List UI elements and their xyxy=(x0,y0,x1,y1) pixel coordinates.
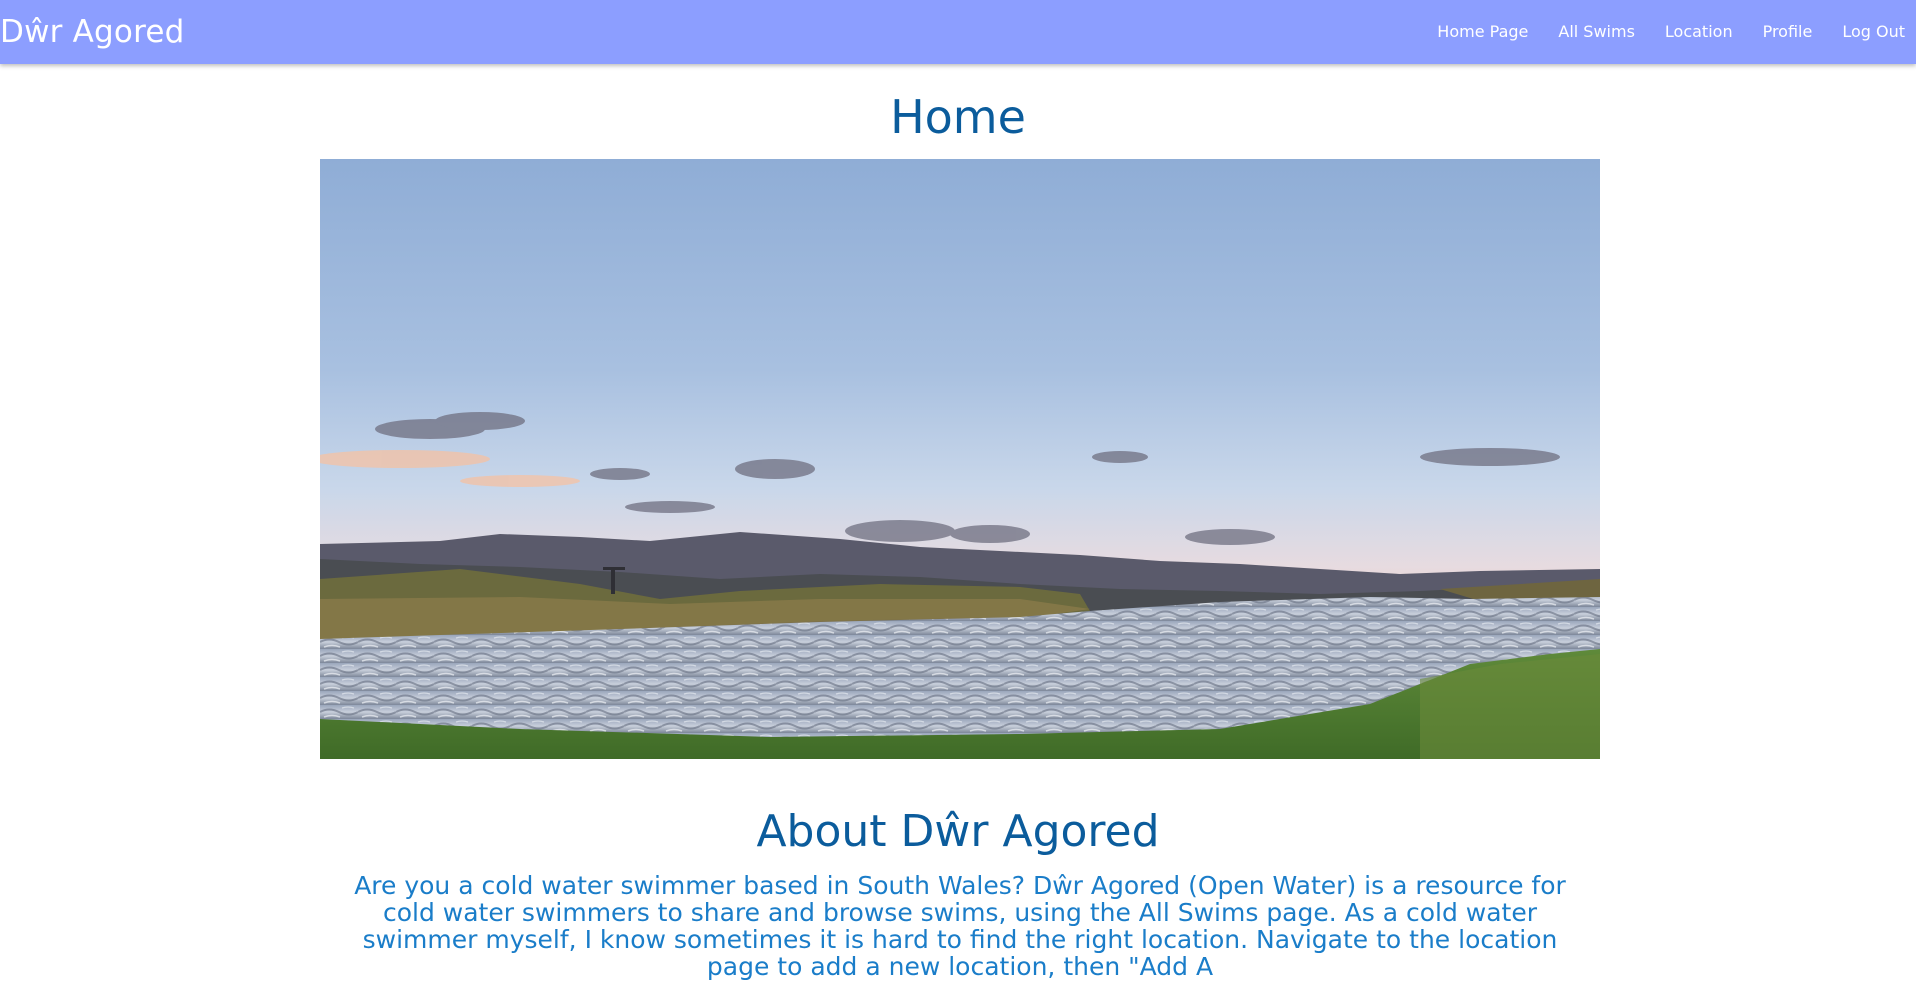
nav-links: Home Page All Swims Location Profile Log… xyxy=(1422,0,1916,64)
nav-log-out[interactable]: Log Out xyxy=(1827,0,1916,64)
about-heading: About Dŵr Agored xyxy=(756,806,1160,857)
about-paragraph: Are you a cold water swimmer based in So… xyxy=(354,871,1566,981)
brand-logo-link[interactable]: Dŵr Agored xyxy=(0,14,185,50)
main-content: Home About Dŵr Agored Are you a cold wat… xyxy=(0,64,1916,980)
nav-location[interactable]: Location xyxy=(1650,0,1748,64)
page-title: Home xyxy=(890,90,1026,144)
hero-lake-image xyxy=(320,159,1600,759)
nav-all-swims[interactable]: All Swims xyxy=(1543,0,1650,64)
nav-profile[interactable]: Profile xyxy=(1748,0,1828,64)
nav-home-page[interactable]: Home Page xyxy=(1422,0,1543,64)
top-navbar: Dŵr Agored Home Page All Swims Location … xyxy=(0,0,1916,64)
